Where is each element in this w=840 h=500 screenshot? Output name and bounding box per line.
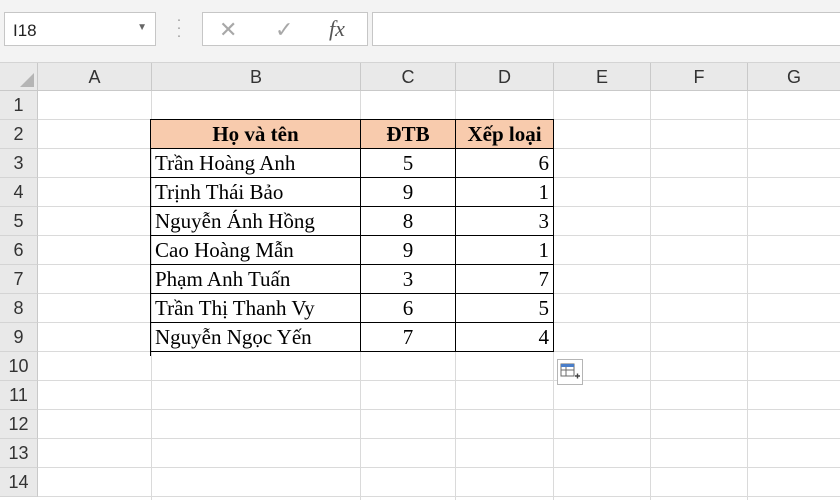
table-cell[interactable]: Cao Hoàng Mẫn <box>151 236 361 265</box>
select-all-button[interactable] <box>0 63 38 91</box>
chevron-down-icon[interactable]: ▼ <box>137 22 147 33</box>
row-header-2[interactable]: 2 <box>0 120 38 149</box>
table-cell[interactable]: Phạm Anh Tuấn <box>151 265 361 294</box>
row-header-5[interactable]: 5 <box>0 207 38 236</box>
row-header-4[interactable]: 4 <box>0 178 38 207</box>
row-header-7[interactable]: 7 <box>0 265 38 294</box>
column-header-a[interactable]: A <box>38 63 152 91</box>
column-header-b[interactable]: B <box>152 63 361 91</box>
table-cell[interactable]: 3 <box>456 207 554 236</box>
row-header-9[interactable]: 9 <box>0 323 38 352</box>
table-cell[interactable]: Nguyễn Ánh Hồng <box>151 207 361 236</box>
table-cell[interactable]: 6 <box>456 149 554 178</box>
formula-tools: ✕ ✓ fx <box>202 12 368 46</box>
name-box-value: I18 <box>13 21 37 40</box>
row-header-1[interactable]: 1 <box>0 91 38 120</box>
table-cell[interactable]: 9 <box>361 178 456 207</box>
insert-function-icon[interactable]: fx <box>329 16 345 42</box>
formula-bar: I18 ▼ · · · ✕ ✓ fx <box>0 0 840 63</box>
cancel-icon[interactable]: ✕ <box>219 17 237 43</box>
table-cell[interactable]: 9 <box>361 236 456 265</box>
table-cell[interactable]: Trần Hoàng Anh <box>151 149 361 178</box>
table-cell[interactable]: 5 <box>361 149 456 178</box>
row-header-11[interactable]: 11 <box>0 381 38 410</box>
row-header-3[interactable]: 3 <box>0 149 38 178</box>
header-xep-loai[interactable]: Xếp loại <box>456 120 554 149</box>
enter-icon[interactable]: ✓ <box>275 17 293 43</box>
row-header-14[interactable]: 14 <box>0 468 38 497</box>
paste-options-icon[interactable] <box>557 359 583 385</box>
column-header-c[interactable]: C <box>361 63 456 91</box>
table-cell[interactable]: 1 <box>456 236 554 265</box>
table-cell[interactable]: 7 <box>361 323 456 352</box>
row-header-10[interactable]: 10 <box>0 352 38 381</box>
table-cell[interactable]: Nguyễn Ngọc Yến <box>151 323 361 352</box>
table-cell[interactable]: 8 <box>361 207 456 236</box>
grip-icon[interactable]: · · · <box>176 12 182 43</box>
table-cell[interactable]: 3 <box>361 265 456 294</box>
table-cell[interactable]: 1 <box>456 178 554 207</box>
row-header-8[interactable]: 8 <box>0 294 38 323</box>
table-cell[interactable]: 6 <box>361 294 456 323</box>
table-cell[interactable]: 7 <box>456 265 554 294</box>
table-cell[interactable]: 5 <box>456 294 554 323</box>
header-dtb[interactable]: ĐTB <box>361 120 456 149</box>
row-header-12[interactable]: 12 <box>0 410 38 439</box>
column-header-f[interactable]: F <box>651 63 748 91</box>
header-ho-va-ten[interactable]: Họ và tên <box>151 120 361 149</box>
table-cell[interactable]: 4 <box>456 323 554 352</box>
name-box[interactable]: I18 ▼ <box>4 12 156 46</box>
table-cell[interactable]: Trần Thị Thanh Vy <box>151 294 361 323</box>
column-header-g[interactable]: G <box>748 63 840 91</box>
column-header-e[interactable]: E <box>554 63 651 91</box>
formula-input[interactable] <box>372 12 840 46</box>
column-header-d[interactable]: D <box>456 63 554 91</box>
table-cell[interactable]: Trịnh Thái Bảo <box>151 178 361 207</box>
row-header-6[interactable]: 6 <box>0 236 38 265</box>
row-header-13[interactable]: 13 <box>0 439 38 468</box>
